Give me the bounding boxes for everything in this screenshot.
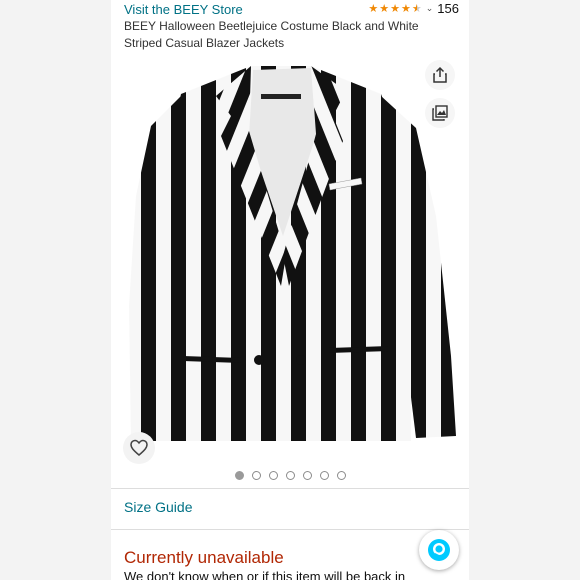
store-link[interactable]: Visit the BEEY Store [124,2,243,17]
chevron-down-icon: ⌄ [425,3,434,13]
carousel-dot[interactable] [285,471,295,480]
size-guide-link[interactable]: Size Guide [124,499,192,515]
rating-count: 156 [437,1,459,16]
star-icon: ★ [379,2,390,15]
share-button[interactable] [425,60,455,90]
availability-status: Currently unavailable [124,548,284,567]
alexa-icon [428,539,450,561]
rating-widget[interactable]: ★ ★ ★ ★ ★ ⌄ 156 [368,1,459,16]
carousel-dot[interactable] [234,471,244,480]
alexa-button[interactable] [419,530,459,570]
product-title: BEEY Halloween Beetlejuice Costume Black… [124,19,419,50]
carousel-dot[interactable] [302,471,312,480]
view-gallery-button[interactable] [425,98,455,128]
product-panel: Visit the BEEY Store ★ ★ ★ ★ ★ ⌄ 156 BEE… [111,0,469,580]
wishlist-button[interactable] [123,432,155,464]
star-icon: ★ [368,2,379,15]
left-background [0,0,111,580]
star-icon: ★ [401,2,411,15]
right-background [469,0,580,580]
rating-stars: ★ ★ ★ ★ ★ [368,2,421,16]
gallery-icon [432,105,448,121]
divider [111,529,469,530]
divider [111,488,469,489]
carousel-dot[interactable] [336,471,346,480]
half-star-icon: ★ [411,2,422,15]
carousel-dot[interactable] [268,471,278,480]
star-icon: ★ [390,2,400,15]
heart-icon [130,439,148,456]
carousel-dot[interactable] [319,471,329,480]
product-image[interactable] [111,56,469,464]
carousel-dot[interactable] [251,471,261,480]
share-icon [433,66,447,83]
carousel-dots [111,471,469,480]
availability-description: We don't know when or if this item will … [124,569,406,580]
